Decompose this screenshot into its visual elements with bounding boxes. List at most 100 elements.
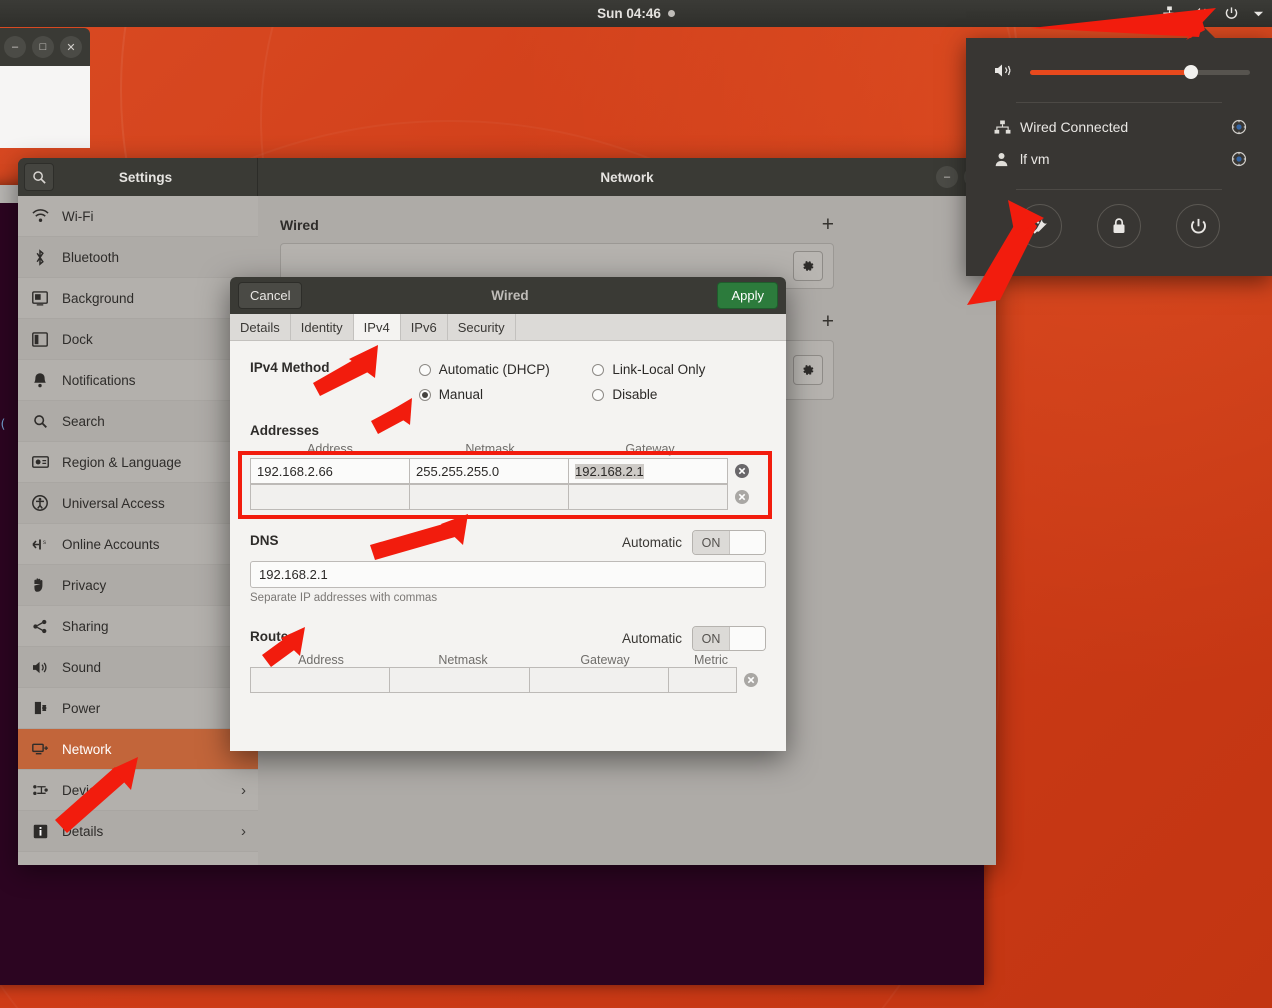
tab-ipv6[interactable]: IPv6 [400,314,448,340]
desktop-root: – □ ✕ 2 on(2nievonsoon(2nion (tamoy?syID… [0,0,1272,1008]
settings-titlebar[interactable]: Settings Network – ✕ [18,158,996,196]
system-menu-item-network[interactable]: Wired Connected [966,111,1272,143]
sidebar-item-label: Bluetooth [62,249,120,265]
routes-columns: Address Netmask Gateway Metric [250,651,766,667]
sidebar-item-online-accounts[interactable]: s Online Accounts [18,524,258,565]
add-secondary-button[interactable]: + [822,311,834,332]
route-gateway-input[interactable] [528,667,670,693]
dialog-tabs[interactable]: Details Identity IPv4 IPv6 Security [230,314,786,341]
clock[interactable]: Sun 04:46 [0,0,1272,27]
sidebar-item-devices[interactable]: Devices › [18,770,258,811]
wired-section-header: Wired + [280,214,974,235]
volume-slider-knob[interactable] [1183,65,1198,79]
addresses-title: Addresses [250,423,320,438]
route-row[interactable] [250,667,766,693]
sidebar-item-search[interactable]: Search [18,401,258,442]
tab-identity[interactable]: Identity [290,314,354,340]
sidebar-item-network[interactable]: Network [18,729,258,770]
system-menu-item-account[interactable]: lf vm [966,143,1272,175]
route-address-input[interactable] [250,667,391,693]
dns-automatic-toggle[interactable]: ON [692,530,766,555]
region-icon [30,455,50,469]
dialog-title: Wired [491,288,529,303]
sidebar-item-background[interactable]: Background [18,278,258,319]
bell-icon [30,372,50,388]
radio-manual[interactable]: Manual [418,382,593,407]
radio-icon[interactable] [592,363,605,376]
wired-section-title: Wired [280,216,319,233]
sidebar-item-sharing[interactable]: Sharing [18,606,258,647]
tab-ipv4[interactable]: IPv4 [353,314,401,340]
dns-automatic-control[interactable]: Automatic ON [622,530,766,555]
volume-row[interactable] [966,38,1272,82]
radio-label: Link-Local Only [612,362,706,377]
tab-security[interactable]: Security [447,314,516,340]
radio-link-local-only[interactable]: Link-Local Only [592,357,766,382]
notification-dot-icon [667,10,675,17]
volume-icon[interactable] [994,62,1014,82]
system-menu[interactable]: Wired Connected lf vm [966,38,1272,276]
chevron-down-icon[interactable] [1253,10,1264,18]
radio-icon[interactable] [418,363,431,376]
sidebar-item-wi-fi[interactable]: Wi-Fi [18,196,258,237]
system-menu-arrow [1190,26,1216,39]
volume-icon[interactable] [1192,6,1210,21]
delete-circle-icon[interactable] [736,667,766,693]
sidebar-item-notifications[interactable]: Notifications [18,360,258,401]
sidebar-item-power[interactable]: Power [18,688,258,729]
settings-expand-icon[interactable] [1228,151,1250,167]
background-window[interactable]: – □ ✕ 2 [0,28,90,148]
background-icon [30,290,50,306]
cancel-button[interactable]: Cancel [238,282,303,309]
network-wired-icon[interactable] [1161,6,1178,21]
sidebar-item-label: Devices [62,782,111,798]
lock-button[interactable] [1096,204,1141,248]
add-wired-button[interactable]: + [822,214,834,235]
routes-automatic-toggle[interactable]: ON [692,626,766,651]
sidebar-item-privacy[interactable]: Privacy [18,565,258,606]
sidebar-item-label: Sound [62,659,102,675]
sidebar-item-sound[interactable]: Sound [18,647,258,688]
gear-icon[interactable] [793,251,823,281]
settings-sidebar[interactable]: Wi-Fi Bluetooth Background Dock Notification… [18,196,258,865]
route-metric-input[interactable] [668,667,738,693]
maximize-icon[interactable]: □ [32,36,54,58]
power-icon[interactable] [1224,6,1239,21]
sidebar-item-universal-access[interactable]: Universal Access [18,483,258,524]
top-bar[interactable]: Sun 04:46 [0,0,1272,27]
online-accounts-icon: s [30,537,50,552]
sidebar-item-label: Details [62,823,104,839]
toggle-knob[interactable] [730,627,765,650]
sidebar-item-bluetooth[interactable]: Bluetooth [18,237,258,278]
minimize-icon[interactable]: – [4,36,26,58]
tab-details[interactable]: Details [230,314,291,340]
close-icon[interactable]: ✕ [60,36,82,58]
method-column-left[interactable]: Automatic (DHCP) Manual [418,357,593,407]
radio-disable[interactable]: Disable [592,382,766,407]
apply-button[interactable]: Apply [717,282,778,309]
top-bar-status-area[interactable] [1161,0,1264,27]
radio-automatic-dhcp[interactable]: Automatic (DHCP) [418,357,593,382]
radio-icon[interactable] [418,388,431,401]
sidebar-item-region-language[interactable]: Region & Language [18,442,258,483]
background-window-text: 2 [0,66,90,137]
sidebar-item-details[interactable]: Details › [18,811,258,852]
system-menu-actions[interactable] [966,190,1272,248]
gear-icon[interactable] [793,355,823,385]
minimize-icon[interactable]: – [936,166,958,188]
power-button[interactable] [1176,204,1221,248]
method-column-right[interactable]: Link-Local Only Disable [592,357,766,407]
routes-automatic-control[interactable]: Automatic ON [622,626,766,651]
search-icon[interactable] [24,163,54,191]
route-netmask-input[interactable] [389,667,530,693]
settings-expand-icon[interactable] [1228,119,1250,135]
dns-input[interactable]: 192.168.2.1 [250,561,766,588]
background-window-titlebar[interactable]: – □ ✕ [0,28,90,66]
radio-icon[interactable] [592,388,605,401]
settings-button[interactable] [1017,204,1062,248]
svg-text:s: s [43,540,46,546]
volume-slider[interactable] [1030,65,1250,79]
sidebar-item-dock[interactable]: Dock [18,319,258,360]
toggle-knob[interactable] [730,531,765,554]
wired-section: Wired + [258,196,996,289]
